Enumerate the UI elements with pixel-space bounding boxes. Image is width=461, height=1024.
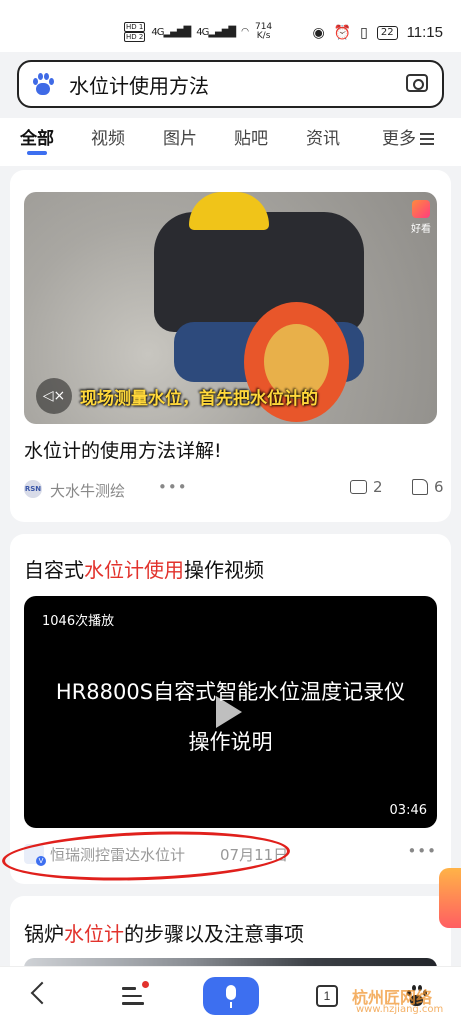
result-title-1[interactable]: 水位计的使用方法详解! xyxy=(24,436,222,463)
wifi-icon: ◠ xyxy=(241,27,249,37)
result-card-1[interactable]: 好看 ◁× 现场测量水位，首先把水位计的 水位计的使用方法详解! RSN 大水牛… xyxy=(10,170,451,522)
tab-video[interactable]: 视频 xyxy=(91,124,125,149)
tab-more[interactable]: 更多 xyxy=(382,124,434,149)
haokan-logo-icon xyxy=(412,200,430,218)
camera-icon[interactable] xyxy=(406,74,428,92)
tab-all[interactable]: 全部 xyxy=(20,124,54,149)
menu-icon xyxy=(420,133,434,145)
watermark-url: www.hzjiang.com xyxy=(356,1004,444,1015)
floating-side-tab[interactable] xyxy=(439,868,461,928)
search-input[interactable]: 水位计使用方法 xyxy=(69,70,209,99)
notification-dot xyxy=(142,981,149,988)
clock: 11:15 xyxy=(406,24,443,41)
system-indicators: ◉ ⏰ ▯ 22 11:15 xyxy=(312,24,443,41)
network-indicators: HD 1 HD 2 4G▂▄▆█ 4G▂▄▆█ ◠ 714 K/s xyxy=(124,22,272,42)
video-subtitle: 现场测量水位，首先把水位计的 xyxy=(80,389,318,409)
mute-icon[interactable]: ◁× xyxy=(36,378,72,414)
video-title-line-2: 操作说明 xyxy=(188,730,273,754)
video-player-2[interactable]: 1046次播放 HR8800S自容式智能水位温度记录仪 操作说明 03:46 xyxy=(24,596,437,828)
more-options-icon[interactable]: ••• xyxy=(158,478,188,496)
comment-icon xyxy=(350,480,367,494)
result-title-3[interactable]: 锅炉水位计的步骤以及注意事项 xyxy=(24,918,304,947)
feed-menu-icon[interactable] xyxy=(122,987,144,1005)
search-bar[interactable]: 水位计使用方法 xyxy=(17,60,444,108)
result-title-2[interactable]: 自容式水位计使用操作视频 xyxy=(24,554,264,583)
worker-figure xyxy=(154,212,364,332)
play-icon[interactable] xyxy=(216,696,242,728)
tab-images[interactable]: 图片 xyxy=(163,124,197,149)
category-tabs: 全部 视频 图片 贴吧 资讯 更多 xyxy=(0,118,461,166)
hd2-badge: HD 2 xyxy=(124,32,146,42)
tab-news[interactable]: 资讯 xyxy=(306,124,340,149)
result-card-2[interactable]: 自容式水位计使用操作视频 1046次播放 HR8800S自容式智能水位温度记录仪… xyxy=(10,534,451,884)
network-speed: 714 K/s xyxy=(254,22,273,41)
voice-search-button[interactable] xyxy=(203,977,259,1015)
baidu-logo-icon xyxy=(31,72,55,96)
vibrate-icon: ▯ xyxy=(360,24,368,41)
eye-icon: ◉ xyxy=(312,24,325,41)
like-count[interactable]: 6 xyxy=(412,478,444,496)
source-name[interactable]: 大水牛测绘 xyxy=(50,480,125,501)
play-count: 1046次播放 xyxy=(42,614,115,629)
thumbs-up-icon xyxy=(412,479,428,495)
result-meta-1: RSN 大水牛测绘 ••• 2 6 xyxy=(24,478,444,502)
back-arrow-icon[interactable] xyxy=(30,981,54,1005)
battery-indicator: 22 xyxy=(376,25,398,40)
signal-2-icon: 4G▂▄▆█ xyxy=(196,26,236,38)
active-tab-indicator xyxy=(27,151,47,155)
more-options-icon[interactable]: ••• xyxy=(407,842,437,860)
haokan-badge: 好看 xyxy=(411,200,431,235)
source-avatar: RSN xyxy=(24,480,42,498)
signal-1-icon: 4G▂▄▆█ xyxy=(151,26,191,38)
helmet-shape xyxy=(189,192,269,230)
tab-tieba[interactable]: 贴吧 xyxy=(234,124,268,149)
comment-count[interactable]: 2 xyxy=(350,478,383,496)
status-bar: HD 1 HD 2 4G▂▄▆█ 4G▂▄▆█ ◠ 714 K/s ◉ ⏰ ▯ … xyxy=(0,0,461,52)
video-duration: 03:46 xyxy=(389,803,427,818)
alarm-icon: ⏰ xyxy=(333,24,352,41)
hd1-badge: HD 1 xyxy=(124,22,146,32)
video-thumbnail-1[interactable]: 好看 ◁× 现场测量水位，首先把水位计的 xyxy=(24,192,437,424)
tab-count-button[interactable]: 1 xyxy=(316,985,338,1007)
